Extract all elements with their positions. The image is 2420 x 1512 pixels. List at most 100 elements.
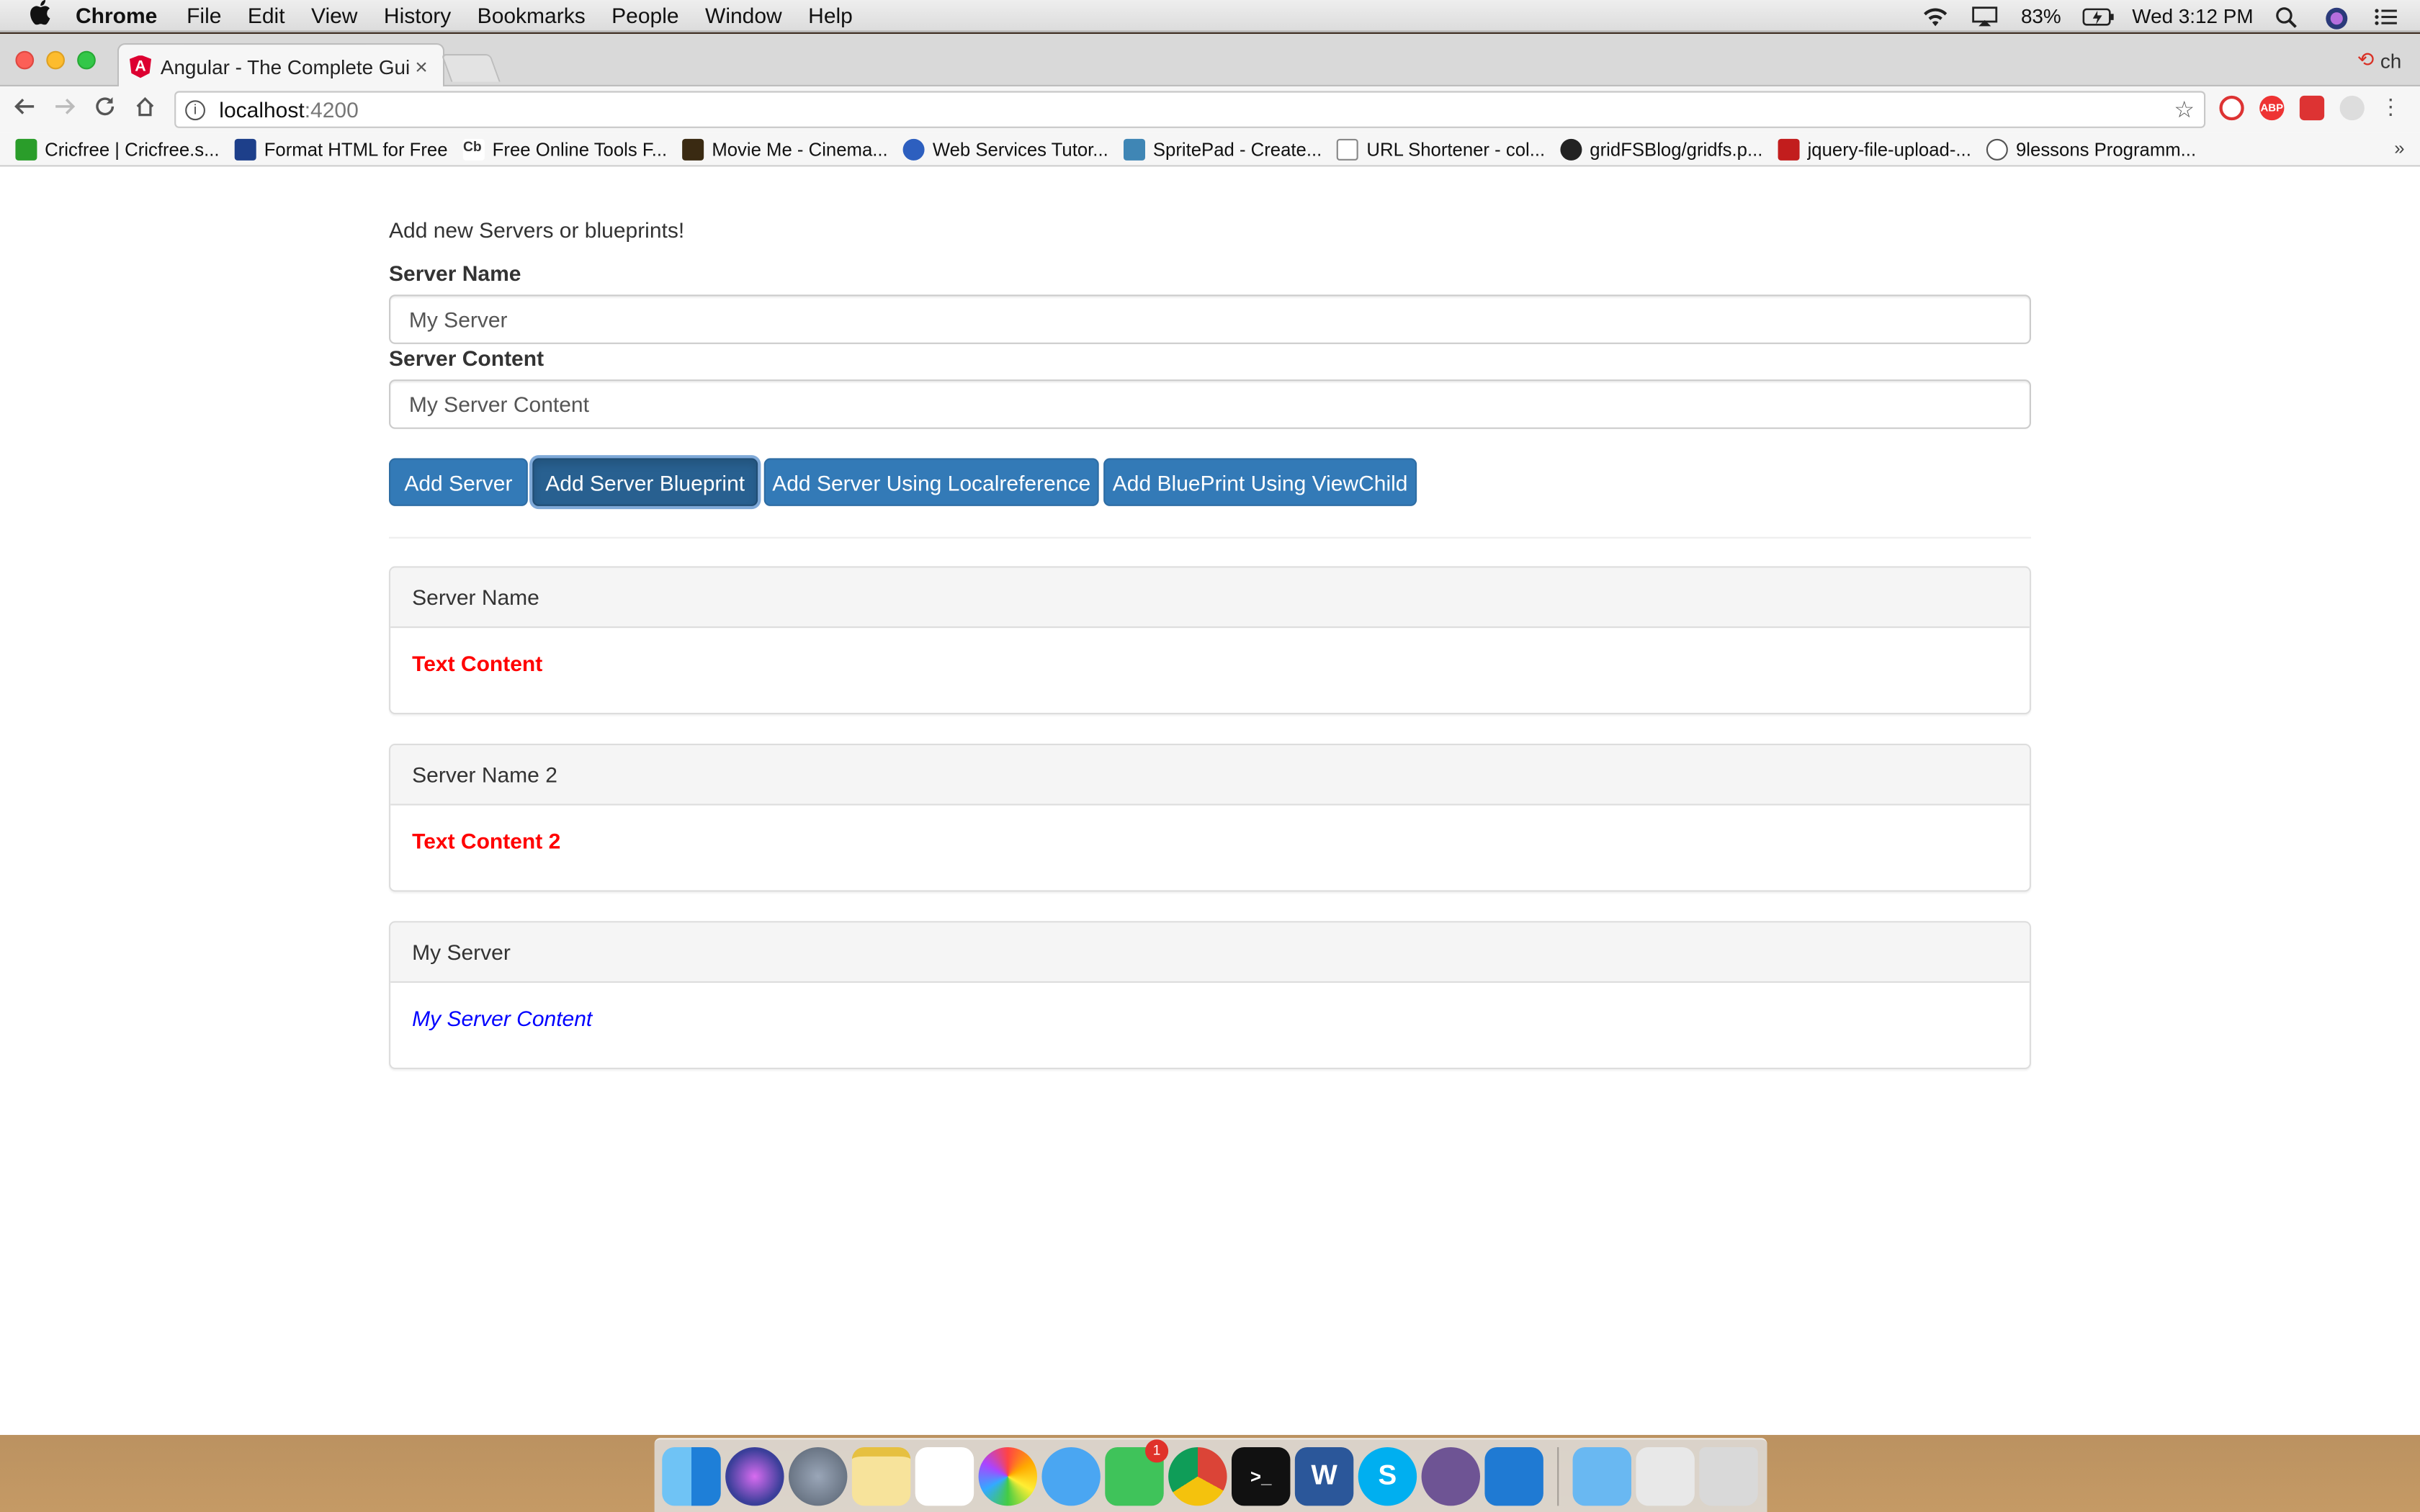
profile-button[interactable]: ⟲ ch xyxy=(2357,48,2401,72)
bookmark-item[interactable]: SpritePad - Create... xyxy=(1124,138,1322,160)
server-text-content: Text Content xyxy=(412,651,543,676)
folder-icon[interactable] xyxy=(1572,1446,1631,1506)
panel-body: My Server Content xyxy=(390,983,2030,1054)
finder-icon[interactable] xyxy=(662,1446,721,1506)
bookmark-favicon-icon xyxy=(1778,138,1800,160)
menu-bookmarks[interactable]: Bookmarks xyxy=(478,3,586,27)
github-desktop-icon[interactable] xyxy=(1421,1446,1480,1506)
close-window-button[interactable] xyxy=(15,50,35,70)
bookmark-label: URL Shortener - col... xyxy=(1366,138,1546,160)
siri-icon[interactable] xyxy=(725,1446,784,1506)
browser-tab-active[interactable]: A Angular - The Complete Guide × xyxy=(117,43,445,89)
notes-icon[interactable] xyxy=(851,1446,911,1506)
bookmark-label: Cricfree | Cricfree.s... xyxy=(45,138,220,160)
bookmark-item[interactable]: Movie Me - Cinema... xyxy=(682,138,888,160)
bookmark-item[interactable]: Web Services Tutor... xyxy=(903,138,1108,160)
browser-toolbar: i localhost:4200 ☆ ABP ⋮ xyxy=(0,86,2420,133)
page-content: Add new Servers or blueprints! Server Na… xyxy=(0,173,2420,1435)
add-server-blueprint-button[interactable]: Add Server Blueprint xyxy=(532,458,758,506)
extension-forward-icon[interactable] xyxy=(2299,95,2325,121)
bookmark-label: SpritePad - Create... xyxy=(1152,138,1322,160)
bookmark-item[interactable]: Cricfree | Cricfree.s... xyxy=(15,138,220,160)
bookmark-page-icon xyxy=(1337,138,1359,160)
siri-icon[interactable] xyxy=(2324,6,2352,29)
bookmark-label: gridFSBlog/gridfs.p... xyxy=(1590,138,1763,160)
add-server-localreference-button[interactable]: Add Server Using Localreference xyxy=(763,458,1099,506)
panel-heading: My Server xyxy=(390,922,2030,983)
bookmark-item[interactable]: gridFSBlog/gridfs.p... xyxy=(1560,138,1763,160)
chrome-icon[interactable] xyxy=(1168,1446,1227,1506)
apple-menu-icon[interactable] xyxy=(26,0,54,31)
adblock-plus-icon[interactable]: ABP xyxy=(2259,95,2285,121)
spotlight-search-icon[interactable] xyxy=(2275,6,2303,27)
url-port: :4200 xyxy=(304,97,359,122)
site-info-icon[interactable]: i xyxy=(185,99,205,120)
add-server-button[interactable]: Add Server xyxy=(389,458,528,506)
menu-history[interactable]: History xyxy=(384,3,451,27)
menu-view[interactable]: View xyxy=(311,3,357,27)
extension-opera-icon[interactable] xyxy=(2219,95,2244,121)
battery-percent: 83% xyxy=(2020,4,2061,28)
bookmark-favicon-icon: Cb xyxy=(462,138,485,160)
chrome-menu-icon[interactable]: ⋮ xyxy=(2380,96,2401,120)
bookmark-item[interactable]: Format HTML for Free xyxy=(235,138,448,160)
server-text-content: Text Content 2 xyxy=(412,828,561,853)
server-content-label: Server Content xyxy=(389,346,544,371)
facetime-icon[interactable]: 1 xyxy=(1105,1439,1169,1506)
tab-title: Angular - The Complete Guide xyxy=(160,55,409,78)
bookmark-item[interactable]: URL Shortener - col... xyxy=(1337,138,1545,160)
launchpad-rocket-icon[interactable] xyxy=(789,1446,848,1506)
skype-icon[interactable]: S xyxy=(1358,1446,1417,1506)
photos-icon[interactable] xyxy=(978,1446,1037,1506)
wifi-icon[interactable] xyxy=(1922,6,1950,27)
menu-edit[interactable]: Edit xyxy=(248,3,285,27)
vscode-icon[interactable] xyxy=(1484,1446,1543,1506)
messages-icon[interactable] xyxy=(1041,1446,1101,1506)
tab-close-icon[interactable]: × xyxy=(409,54,434,78)
menu-file[interactable]: File xyxy=(187,3,221,27)
sync-error-icon: ⟲ xyxy=(2357,48,2375,71)
downloads-stack-icon[interactable] xyxy=(1636,1446,1695,1506)
reminders-icon[interactable] xyxy=(915,1446,974,1506)
back-arrow-icon[interactable] xyxy=(4,95,45,125)
airplay-icon[interactable] xyxy=(1971,6,1999,27)
bookmark-favicon-icon xyxy=(903,138,926,160)
panel-body: Text Content xyxy=(390,628,2030,699)
zoom-window-button[interactable] xyxy=(77,50,96,70)
bookmark-label: Free Online Tools F... xyxy=(492,138,668,160)
macos-menu-bar: Chrome File Edit View History Bookmarks … xyxy=(0,0,2420,32)
bookmark-item[interactable]: Cb Free Online Tools F... xyxy=(462,138,668,160)
address-bar[interactable]: i localhost:4200 ☆ xyxy=(174,91,2206,128)
menu-clock[interactable]: Wed 3:12 PM xyxy=(2132,4,2253,27)
menu-app-name[interactable]: Chrome xyxy=(76,3,157,27)
server-name-input[interactable]: My Server xyxy=(389,294,2031,344)
dock-separator xyxy=(1557,1446,1559,1506)
add-blueprint-viewchild-button[interactable]: Add BluePrint Using ViewChild xyxy=(1103,458,1417,506)
forward-arrow-icon[interactable] xyxy=(45,95,85,125)
intro-text: Add new Servers or blueprints! xyxy=(389,217,685,243)
bookmark-item[interactable]: jquery-file-upload-... xyxy=(1778,138,1971,160)
home-icon[interactable] xyxy=(125,95,166,125)
notification-center-icon[interactable] xyxy=(2374,6,2402,27)
reload-icon[interactable] xyxy=(85,95,125,125)
menu-help[interactable]: Help xyxy=(808,3,853,27)
chrome-window: A Angular - The Complete Guide × ⟲ ch i … xyxy=(0,34,2420,1435)
bookmark-star-icon[interactable]: ☆ xyxy=(2174,96,2195,123)
word-icon[interactable]: W xyxy=(1294,1446,1354,1506)
server-content-input[interactable]: My Server Content xyxy=(389,379,2031,429)
skype-extension-icon[interactable] xyxy=(2339,95,2365,121)
bookmarks-overflow-icon[interactable]: » xyxy=(2394,138,2404,159)
minimize-window-button[interactable] xyxy=(46,50,65,70)
angular-favicon-icon: A xyxy=(130,55,151,78)
menu-people[interactable]: People xyxy=(611,3,678,27)
profile-name: ch xyxy=(2380,48,2402,72)
bookmark-favicon-icon xyxy=(235,138,257,160)
menu-window[interactable]: Window xyxy=(705,3,782,27)
window-controls xyxy=(15,50,96,70)
bookmark-label: Web Services Tutor... xyxy=(932,138,1108,160)
terminal-icon[interactable]: >_ xyxy=(1232,1446,1291,1506)
trash-icon[interactable] xyxy=(1699,1446,1758,1506)
battery-icon[interactable] xyxy=(2083,6,2115,27)
new-tab-button[interactable] xyxy=(441,54,501,82)
bookmark-item[interactable]: 9lessons Programm... xyxy=(1986,138,2196,160)
